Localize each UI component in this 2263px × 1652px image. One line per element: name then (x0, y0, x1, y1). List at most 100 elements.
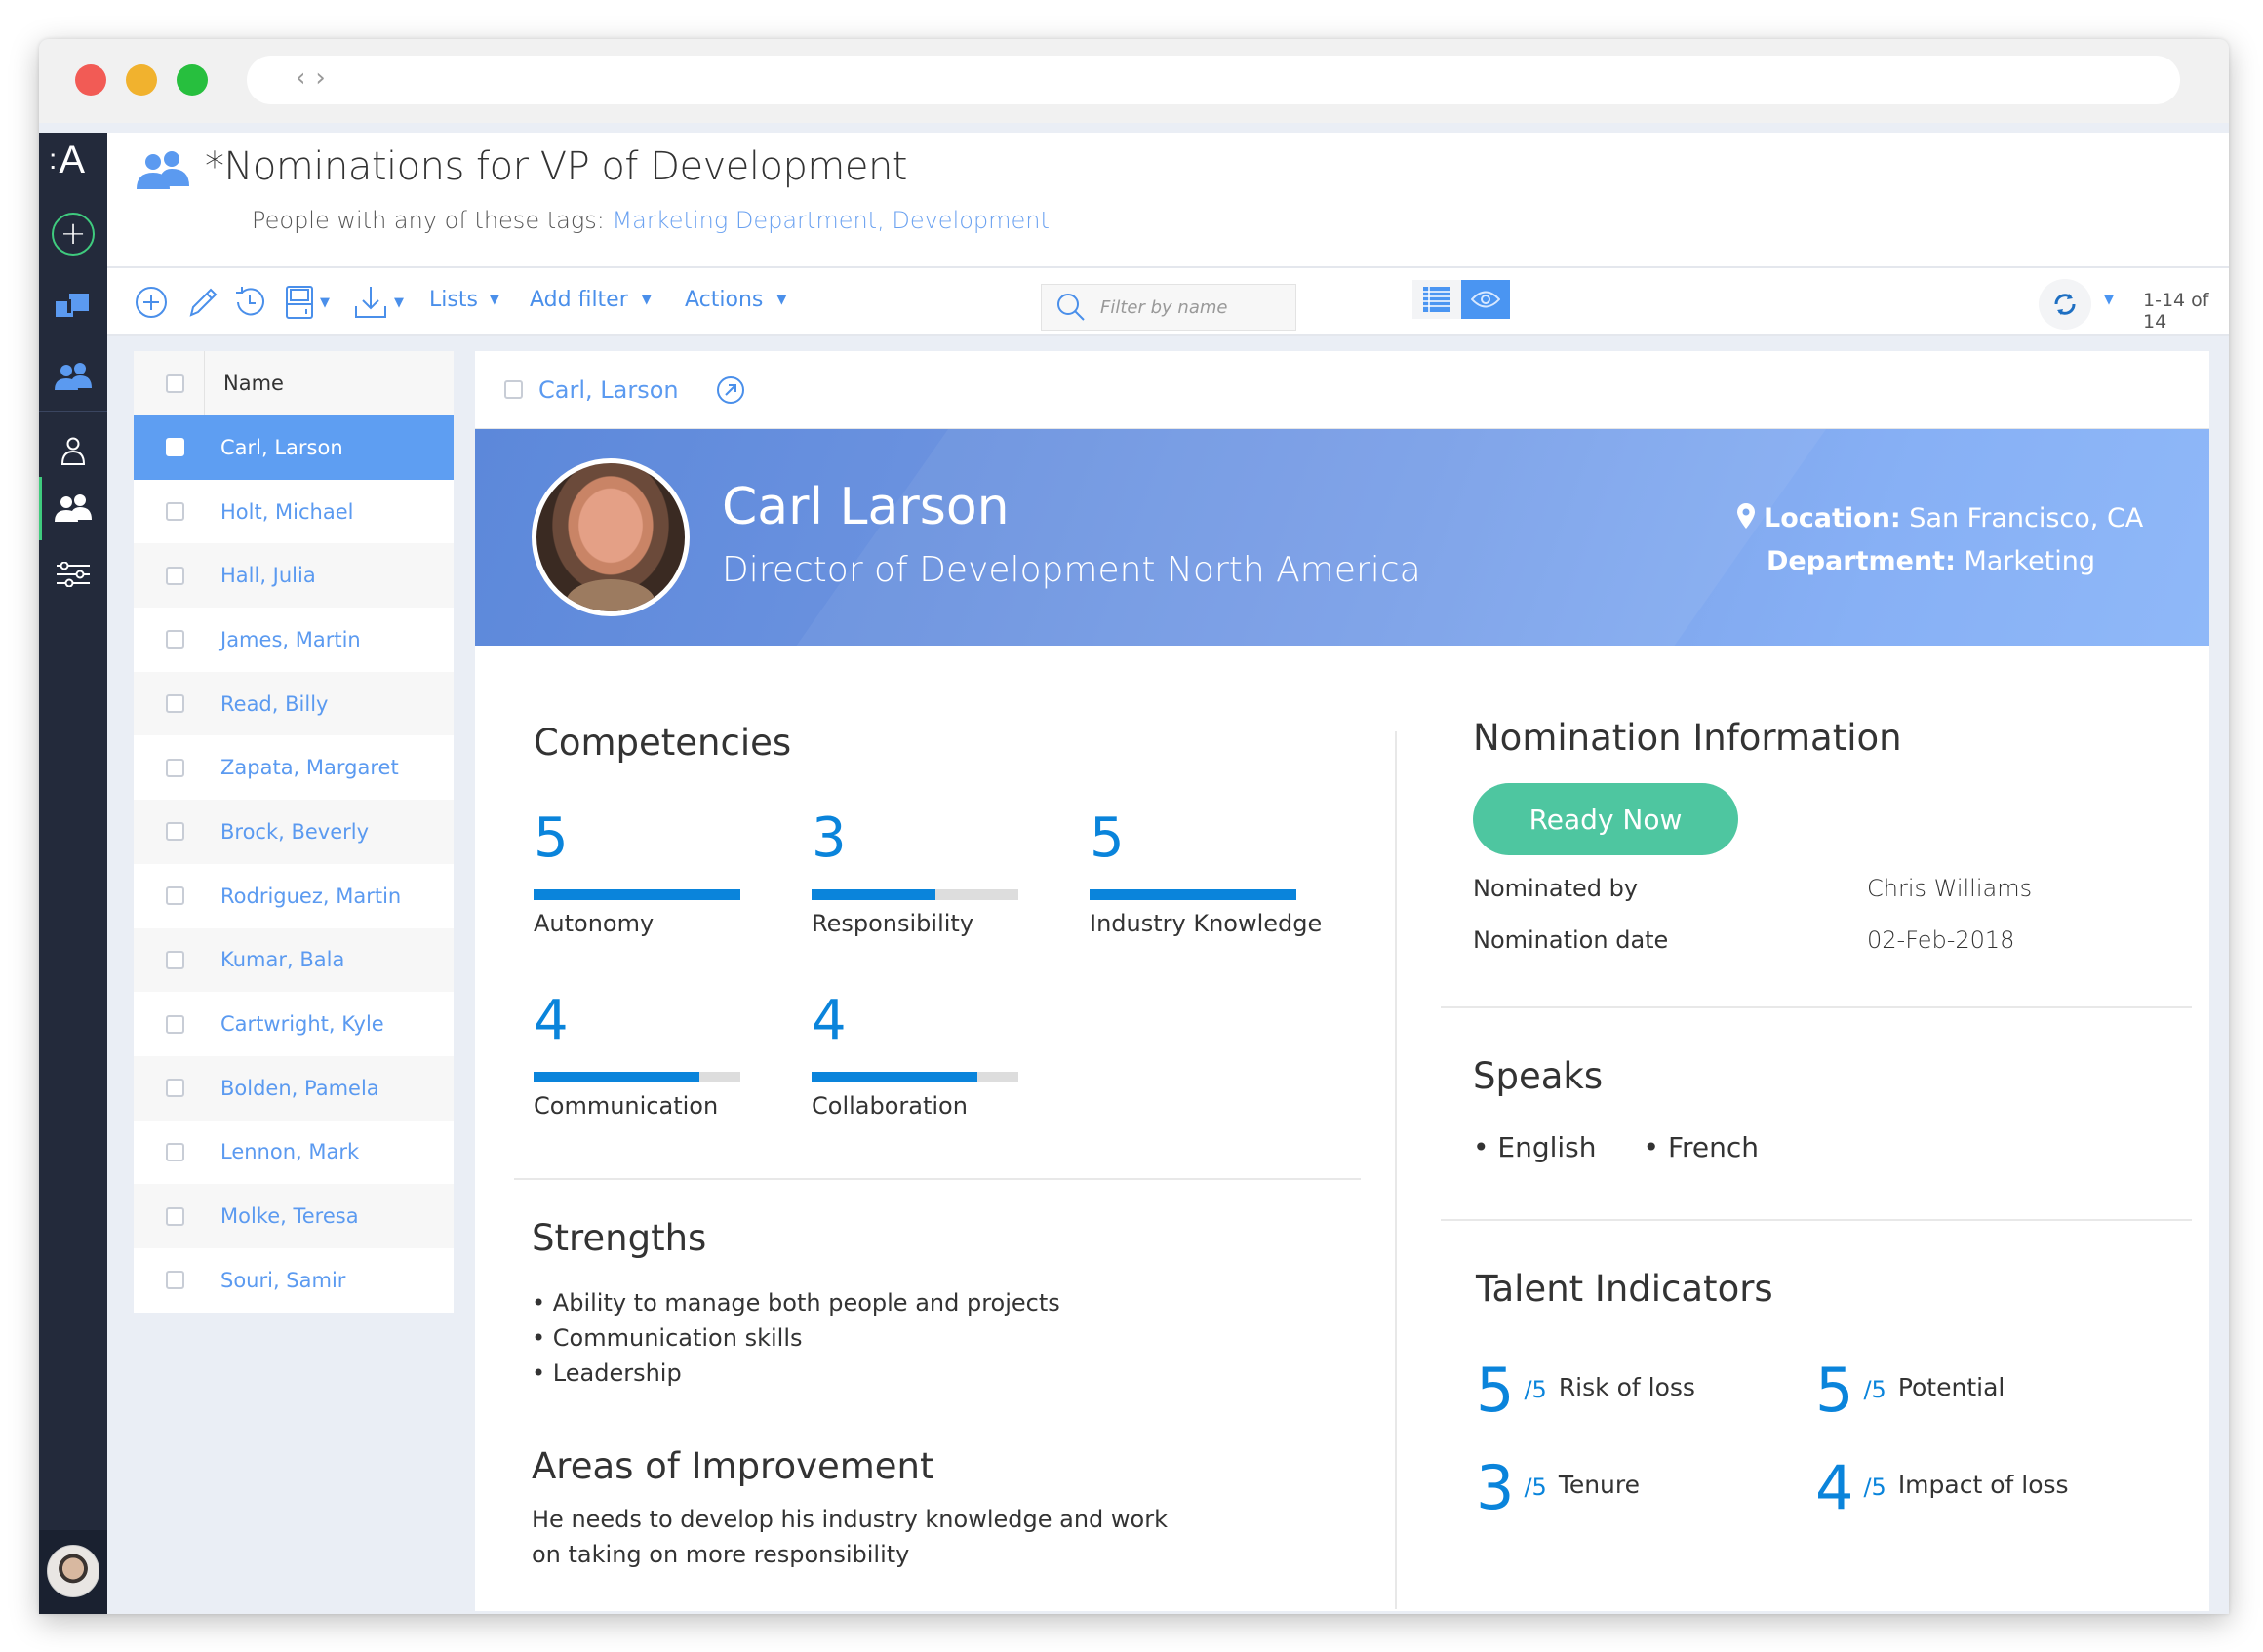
talent-indicators-title: Talent Indicators (1476, 1268, 1773, 1310)
row-checkbox[interactable] (166, 1142, 184, 1161)
plus-circle-icon (136, 287, 167, 318)
competency-bar-fill (534, 1072, 699, 1082)
add-filter-menu[interactable]: Add filter ▼ (530, 288, 652, 312)
filter-search-box[interactable] (1041, 284, 1296, 331)
row-name[interactable]: Lennon, Mark (220, 1140, 359, 1163)
list-row[interactable]: Rodriguez, Martin (134, 863, 454, 928)
row-name[interactable]: Holt, Michael (220, 500, 354, 524)
download-button[interactable]: ▼ (353, 285, 404, 320)
minimize-window-button[interactable] (126, 64, 157, 96)
row-name[interactable]: Molke, Teresa (220, 1204, 359, 1228)
competency-label: Collaboration (812, 1092, 968, 1120)
nav-item-groups[interactable] (39, 352, 107, 401)
strength-item: • Leadership (532, 1359, 682, 1387)
row-checkbox[interactable] (166, 1206, 184, 1226)
talent-score: 5 (1476, 1355, 1515, 1426)
list-view-button[interactable] (1412, 280, 1461, 319)
row-name[interactable]: Bolden, Pamela (220, 1077, 379, 1100)
location-value: San Francisco, CA (1900, 503, 2144, 533)
filter-by-name-input[interactable] (1100, 296, 1276, 318)
nav-item-settings[interactable] (39, 550, 107, 599)
save-icon (286, 286, 313, 319)
row-checkbox[interactable] (166, 1079, 184, 1098)
history-button[interactable] (232, 285, 267, 320)
forward-arrow-icon[interactable]: › (315, 63, 335, 93)
row-name[interactable]: Read, Billy (220, 692, 328, 716)
language-item: • French (1643, 1131, 1760, 1163)
nav-add-button[interactable]: + (52, 213, 95, 256)
list-row[interactable]: James, Martin (134, 608, 454, 672)
readiness-status-button[interactable]: Ready Now (1473, 783, 1738, 855)
row-checkbox[interactable] (166, 822, 184, 842)
talent-label: Risk of loss (1558, 1373, 1695, 1401)
close-window-button[interactable] (75, 64, 106, 96)
caret-down-icon: ▼ (489, 293, 499, 307)
user-avatar[interactable] (47, 1545, 99, 1597)
refresh-options-caret-icon[interactable]: ▼ (2104, 293, 2114, 307)
competency-bar (812, 889, 1018, 900)
lists-menu[interactable]: Lists ▼ (429, 288, 499, 312)
list-row[interactable]: Brock, Beverly (134, 800, 454, 864)
nav-item-person[interactable] (39, 427, 107, 476)
row-checkbox[interactable] (166, 950, 184, 969)
competency-label: Industry Knowledge (1090, 910, 1323, 937)
row-checkbox[interactable] (166, 694, 184, 714)
app-logo[interactable]: :A (49, 138, 85, 182)
record-name-link[interactable]: Carl, Larson (538, 376, 679, 404)
row-checkbox[interactable] (166, 1271, 184, 1290)
strengths-list: • Ability to manage both people and proj… (532, 1285, 1060, 1391)
actions-menu[interactable]: Actions ▼ (685, 288, 786, 312)
competency-score: 4 (534, 989, 569, 1052)
list-row[interactable]: Hall, Julia (134, 543, 454, 609)
list-row[interactable]: Kumar, Bala (134, 927, 454, 993)
nav-item-folders[interactable] (39, 281, 107, 330)
address-bar[interactable]: ‹› (247, 56, 2180, 104)
list-row[interactable]: Lennon, Mark (134, 1120, 454, 1185)
list-row[interactable]: Molke, Teresa (134, 1184, 454, 1248)
row-name[interactable]: Hall, Julia (220, 564, 316, 587)
list-row[interactable]: Zapata, Margaret (134, 735, 454, 801)
improvement-line: He needs to develop his industry knowled… (532, 1506, 1168, 1533)
row-name[interactable]: Zapata, Margaret (220, 756, 399, 779)
add-button[interactable] (135, 285, 168, 320)
row-name[interactable]: Carl, Larson (220, 436, 343, 459)
list-row[interactable]: Cartwright, Kyle (134, 992, 454, 1056)
row-name[interactable]: Kumar, Bala (220, 948, 344, 971)
save-button[interactable]: ▼ (285, 285, 330, 320)
edit-button[interactable] (185, 285, 218, 320)
competency-bar (1090, 889, 1296, 900)
page-title: *Nominations for VP of Development (205, 144, 907, 189)
talent-max: /5 (1863, 1376, 1886, 1403)
row-name[interactable]: Rodriguez, Martin (220, 885, 401, 908)
nav-item-team[interactable] (39, 484, 107, 532)
nomination-date-label: Nomination date (1473, 926, 1669, 954)
row-checkbox[interactable] (166, 502, 184, 522)
row-checkbox[interactable] (166, 886, 184, 906)
row-name[interactable]: James, Martin (220, 628, 361, 651)
speaks-title: Speaks (1473, 1055, 1604, 1097)
row-checkbox[interactable] (166, 1014, 184, 1034)
record-checkbox[interactable] (504, 380, 523, 399)
list-row[interactable]: Bolden, Pamela (134, 1055, 454, 1121)
row-name[interactable]: Cartwright, Kyle (220, 1012, 384, 1036)
page-header: *Nominations for VP of Development Peopl… (107, 133, 2229, 268)
row-checkbox[interactable] (166, 438, 184, 457)
refresh-button[interactable] (2039, 279, 2091, 330)
list-row[interactable]: Souri, Samir (134, 1247, 454, 1313)
maximize-window-button[interactable] (177, 64, 208, 96)
list-row[interactable]: Holt, Michael (134, 479, 454, 544)
row-name[interactable]: Brock, Beverly (220, 820, 369, 844)
row-checkbox[interactable] (166, 566, 184, 585)
name-column-header[interactable]: Name (223, 372, 284, 395)
row-checkbox[interactable] (166, 758, 184, 777)
card-view-button[interactable] (1461, 280, 1510, 319)
row-checkbox[interactable] (166, 630, 184, 649)
row-name[interactable]: Souri, Samir (220, 1269, 345, 1292)
back-arrow-icon[interactable]: ‹ (296, 63, 315, 93)
tags-link[interactable]: Marketing Department, Development (612, 207, 1049, 234)
tags-prefix: People with any of these tags: (252, 207, 613, 234)
open-external-icon[interactable] (716, 375, 745, 405)
list-row[interactable]: Read, Billy (134, 671, 454, 736)
select-all-checkbox[interactable] (166, 374, 184, 393)
list-row[interactable]: Carl, Larson (134, 415, 454, 480)
